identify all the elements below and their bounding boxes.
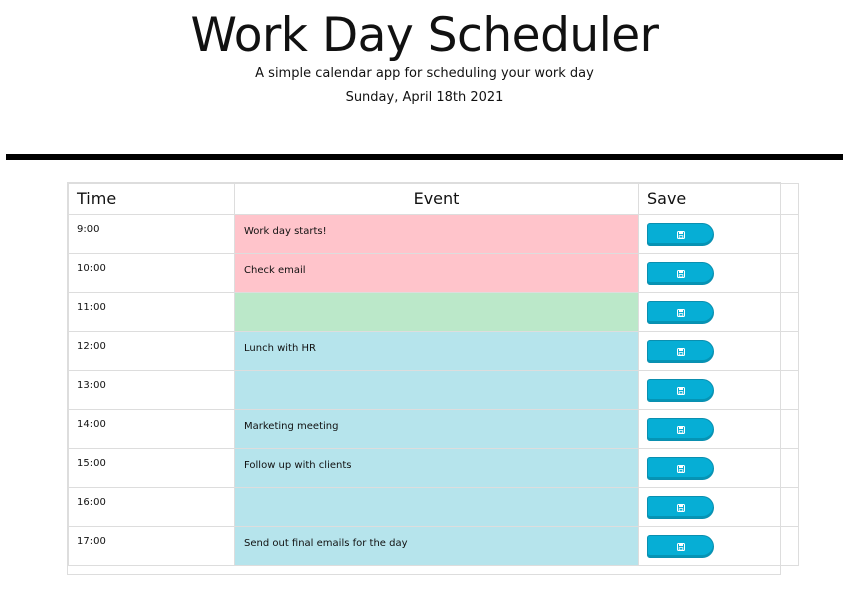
schedule-table: Time Event Save 9:00 Work day starts! 10:0… <box>68 183 799 566</box>
save-button[interactable] <box>647 496 714 519</box>
table-row: 12:00 Lunch with HR <box>68 331 799 371</box>
save-button[interactable] <box>647 262 714 285</box>
time-cell: 16:00 <box>68 487 235 527</box>
event-column-header: Event <box>234 183 639 215</box>
page-subtitle: A simple calendar app for scheduling you… <box>255 66 594 81</box>
event-input[interactable]: Marketing meeting <box>234 409 639 449</box>
time-cell: 17:00 <box>68 526 235 566</box>
save-column-header: Save <box>638 183 799 215</box>
save-cell <box>638 526 799 566</box>
page-title: Work Day Scheduler <box>190 8 660 63</box>
header-row: Time Event Save <box>68 183 799 215</box>
save-button[interactable] <box>647 223 714 246</box>
save-button[interactable] <box>647 457 714 480</box>
event-input[interactable] <box>234 370 639 410</box>
table-row: 11:00 <box>68 292 799 332</box>
time-cell: 10:00 <box>68 253 235 293</box>
save-button[interactable] <box>647 301 714 324</box>
header-divider <box>6 154 843 160</box>
time-cell: 12:00 <box>68 331 235 371</box>
save-icon <box>676 386 685 395</box>
schedule-table-container: Time Event Save 9:00 Work day starts! 10:0… <box>67 182 799 575</box>
table-header: Time Event Save <box>68 183 799 215</box>
save-icon <box>676 308 685 317</box>
time-cell: 13:00 <box>68 370 235 410</box>
save-icon <box>676 230 685 239</box>
event-input[interactable] <box>234 487 639 527</box>
save-icon <box>676 542 685 551</box>
save-cell <box>638 292 799 332</box>
table-row: 15:00 Follow up with clients <box>68 448 799 488</box>
time-cell: 15:00 <box>68 448 235 488</box>
event-input[interactable] <box>234 292 639 332</box>
save-cell <box>638 487 799 527</box>
save-icon <box>676 464 685 473</box>
save-icon <box>676 269 685 278</box>
save-button[interactable] <box>647 379 714 402</box>
table-row: 13:00 <box>68 370 799 410</box>
save-button[interactable] <box>647 535 714 558</box>
save-cell <box>638 370 799 410</box>
table-row: 14:00 Marketing meeting <box>68 409 799 449</box>
save-cell <box>638 331 799 371</box>
save-cell <box>638 448 799 488</box>
save-cell <box>638 253 799 293</box>
event-input[interactable]: Follow up with clients <box>234 448 639 488</box>
table-row: 9:00 Work day starts! <box>68 214 799 254</box>
time-cell: 11:00 <box>68 292 235 332</box>
save-icon <box>676 503 685 512</box>
table-row: 17:00 Send out final emails for the day <box>68 526 799 566</box>
save-icon <box>676 347 685 356</box>
save-icon <box>676 425 685 434</box>
time-cell: 9:00 <box>68 214 235 254</box>
time-column-header: Time <box>68 183 235 215</box>
event-input[interactable]: Check email <box>234 253 639 293</box>
table-body: 9:00 Work day starts! 10:00 Check email 11:0… <box>68 214 799 566</box>
save-button[interactable] <box>647 418 714 441</box>
save-cell <box>638 214 799 254</box>
time-cell: 14:00 <box>68 409 235 449</box>
current-date: Sunday, April 18th 2021 <box>345 90 504 105</box>
event-input[interactable]: Work day starts! <box>234 214 639 254</box>
table-row: 16:00 <box>68 487 799 527</box>
event-input[interactable]: Send out final emails for the day <box>234 526 639 566</box>
event-input[interactable]: Lunch with HR <box>234 331 639 371</box>
save-button[interactable] <box>647 340 714 363</box>
save-cell <box>638 409 799 449</box>
table-row: 10:00 Check email <box>68 253 799 293</box>
